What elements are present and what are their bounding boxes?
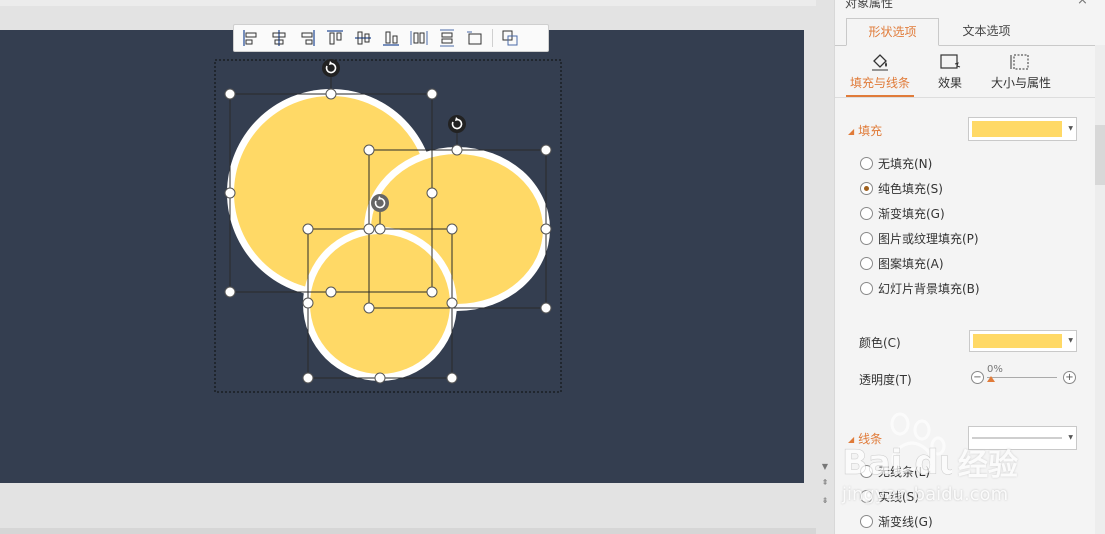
- chevron-down-icon: ▼: [1068, 337, 1073, 344]
- fill-option-label: 无填充(N): [878, 156, 933, 171]
- fill-option-none[interactable]: 无填充(N): [860, 154, 932, 172]
- subtab-size-properties[interactable]: 大小与属性: [985, 50, 1057, 98]
- distribute-horizontal-icon[interactable]: [405, 26, 433, 50]
- color-dropdown[interactable]: ▼: [969, 330, 1077, 352]
- effects-icon: [940, 54, 961, 69]
- subtab-effects-label: 效果: [937, 76, 962, 90]
- tab-shape-options[interactable]: 形状选项: [846, 18, 939, 46]
- line-option-label: 渐变线(G): [878, 514, 933, 529]
- subtab-fill-line[interactable]: 填充与线条: [846, 50, 914, 98]
- transparency-label: 透明度(T): [859, 373, 912, 387]
- decrease-transparency-button[interactable]: −: [971, 371, 984, 384]
- collapse-triangle-icon: ◢: [848, 127, 855, 136]
- fill-option-label: 幻灯片背景填充(B): [878, 281, 980, 296]
- subtab-active-indicator: [846, 95, 914, 97]
- align-bottom-icon[interactable]: [377, 26, 405, 50]
- color-swatch: [973, 334, 1062, 348]
- line-style-swatch: [972, 435, 1062, 439]
- increase-transparency-button[interactable]: +: [1063, 371, 1076, 384]
- align-middle-icon[interactable]: [349, 26, 377, 50]
- shapes-layer: [214, 59, 562, 393]
- fill-option-label: 渐变填充(G): [878, 206, 945, 221]
- radio-button[interactable]: [860, 489, 873, 503]
- panel-tabs: 形状选项 文本选项: [835, 18, 1095, 46]
- color-label: 颜色(C): [859, 336, 901, 350]
- transparency-slider[interactable]: [987, 377, 1057, 378]
- line-style-dropdown[interactable]: ▼: [968, 426, 1077, 450]
- tab-text-options[interactable]: 文本选项: [939, 18, 1034, 46]
- radio-button[interactable]: [860, 464, 873, 478]
- fill-option-solid[interactable]: 纯色填充(S): [860, 179, 943, 197]
- fill-bucket-icon: [872, 54, 888, 71]
- radio-button[interactable]: [860, 231, 873, 245]
- fill-section-label: 填充: [858, 124, 883, 138]
- collapse-triangle-icon: ◢: [848, 435, 855, 444]
- align-left-icon[interactable]: [237, 26, 265, 50]
- align-right-icon[interactable]: [293, 26, 321, 50]
- close-icon[interactable]: ×: [1077, 0, 1088, 8]
- fill-option-slide-background[interactable]: 幻灯片背景填充(B): [860, 279, 980, 297]
- panel-scrollbar-thumb[interactable]: [1095, 125, 1105, 185]
- line-option-gradient[interactable]: 渐变线(G): [860, 512, 933, 530]
- radio-button[interactable]: [860, 206, 873, 220]
- size-icon: [1010, 54, 1029, 70]
- object-properties-panel: 对象属性 × 形状选项 文本选项 填充与线条 效果 大小与属性 ◢ 填充 ▼ 无…: [834, 0, 1105, 534]
- chevron-down-icon: ▼: [1068, 125, 1073, 132]
- radio-button[interactable]: [860, 256, 873, 270]
- panel-title: 对象属性: [845, 0, 894, 10]
- fill-option-picture[interactable]: 图片或纹理填充(P): [860, 229, 979, 247]
- subtab-size-properties-label: 大小与属性: [990, 76, 1051, 90]
- subtab-effects[interactable]: 效果: [928, 50, 972, 98]
- circle-3[interactable]: [310, 234, 450, 374]
- align-toolbar: [233, 24, 549, 52]
- fill-section-header[interactable]: ◢ 填充: [848, 122, 882, 139]
- subtab-fill-line-label: 填充与线条: [849, 76, 910, 90]
- group-icon[interactable]: [496, 26, 524, 50]
- radio-button-checked[interactable]: [860, 181, 873, 195]
- align-top-icon[interactable]: [321, 26, 349, 50]
- panel-scrollbar[interactable]: [1095, 45, 1105, 534]
- transparency-value: 0%: [987, 364, 1003, 375]
- fill-option-label: 纯色填充(S): [878, 181, 943, 196]
- radio-button[interactable]: [860, 156, 873, 170]
- radio-button[interactable]: [860, 281, 873, 295]
- align-center-icon[interactable]: [265, 26, 293, 50]
- line-option-label: 无线条(L): [878, 464, 931, 479]
- equal-size-icon[interactable]: [461, 26, 489, 50]
- line-option-none[interactable]: 无线条(L): [860, 462, 930, 480]
- line-section-header[interactable]: ◢ 线条: [848, 430, 882, 447]
- fill-option-label: 图案填充(A): [878, 256, 944, 271]
- fill-option-label: 图片或纹理填充(P): [878, 231, 979, 246]
- panel-subtabs: 填充与线条 效果 大小与属性: [835, 50, 1095, 98]
- line-section-label: 线条: [858, 432, 883, 446]
- fill-option-pattern[interactable]: 图案填充(A): [860, 254, 944, 272]
- distribute-vertical-icon[interactable]: [433, 26, 461, 50]
- toolbar-separator: [492, 29, 493, 47]
- chevron-down-icon: ▼: [1068, 434, 1073, 441]
- fill-color-dropdown[interactable]: ▼: [968, 117, 1077, 141]
- radio-button[interactable]: [860, 514, 873, 528]
- line-option-label: 实线(S): [878, 489, 919, 504]
- transparency-slider-thumb[interactable]: [987, 376, 995, 382]
- line-option-solid[interactable]: 实线(S): [860, 487, 919, 505]
- fill-color-swatch: [972, 121, 1062, 137]
- fill-option-gradient[interactable]: 渐变填充(G): [860, 204, 945, 222]
